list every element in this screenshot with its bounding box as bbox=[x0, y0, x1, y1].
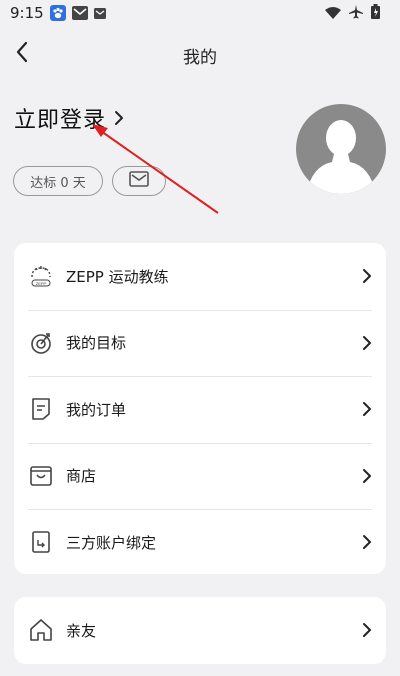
envelope-icon bbox=[129, 171, 149, 191]
menu-item-label: ZEPP 运动教练 bbox=[66, 267, 169, 286]
login-button[interactable]: 立即登录 bbox=[14, 102, 124, 134]
chevron-right-icon bbox=[362, 468, 372, 484]
menu-item-shop[interactable]: 商店 bbox=[14, 442, 386, 510]
chevron-right-icon bbox=[362, 268, 372, 284]
menu-item-label: 我的订单 bbox=[66, 400, 127, 419]
target-icon bbox=[28, 330, 54, 356]
top-app-bar: 我的 bbox=[0, 30, 400, 78]
goal-days-badge: 达标 0 天 bbox=[13, 166, 103, 196]
battery-icon bbox=[371, 4, 380, 23]
menu-item-label: 我的目标 bbox=[66, 334, 127, 353]
messages-button[interactable] bbox=[112, 166, 166, 196]
friends-label: 亲友 bbox=[66, 621, 97, 640]
menu-item-zepp-coach[interactable]: ZEPP ZEPP 运动教练 bbox=[14, 243, 386, 310]
shop-bag-icon bbox=[28, 463, 54, 489]
menu-item-my-goal[interactable]: 我的目标 bbox=[14, 309, 386, 377]
friends-card: 亲友 bbox=[14, 597, 386, 664]
menu-card: ZEPP ZEPP 运动教练 我的目标 我的订单 商店 三方账户绑定 bbox=[14, 243, 386, 574]
menu-item-label: 三方账户绑定 bbox=[66, 533, 157, 552]
chevron-right-icon bbox=[362, 401, 372, 417]
order-icon bbox=[28, 396, 54, 422]
menu-item-label: 商店 bbox=[66, 467, 97, 486]
menu-item-account-binding[interactable]: 三方账户绑定 bbox=[14, 509, 386, 576]
status-bar: 9:15 bbox=[0, 0, 400, 26]
baidu-paw-icon bbox=[49, 5, 66, 21]
wifi-icon bbox=[325, 4, 341, 23]
chevron-right-icon bbox=[114, 110, 124, 126]
status-time: 9:15 bbox=[10, 4, 44, 22]
airplane-icon bbox=[349, 4, 363, 23]
page-title: 我的 bbox=[183, 48, 217, 68]
goal-days-label: 达标 0 天 bbox=[30, 175, 86, 191]
small-mail-icon bbox=[93, 7, 106, 19]
default-avatar-icon bbox=[296, 120, 386, 194]
menu-item-friends[interactable]: 亲友 bbox=[14, 597, 386, 664]
menu-item-my-orders[interactable]: 我的订单 bbox=[14, 376, 386, 443]
chevron-right-icon bbox=[362, 534, 372, 550]
login-label: 立即登录 bbox=[14, 108, 107, 133]
account-link-icon bbox=[28, 529, 54, 555]
home-icon bbox=[28, 617, 54, 643]
svg-text:ZEPP: ZEPP bbox=[36, 281, 47, 286]
zepp-coach-icon: ZEPP bbox=[28, 263, 54, 289]
chevron-right-icon bbox=[362, 622, 372, 638]
mail-icon bbox=[71, 6, 88, 20]
chevron-right-icon bbox=[362, 335, 372, 351]
avatar[interactable] bbox=[296, 104, 386, 194]
